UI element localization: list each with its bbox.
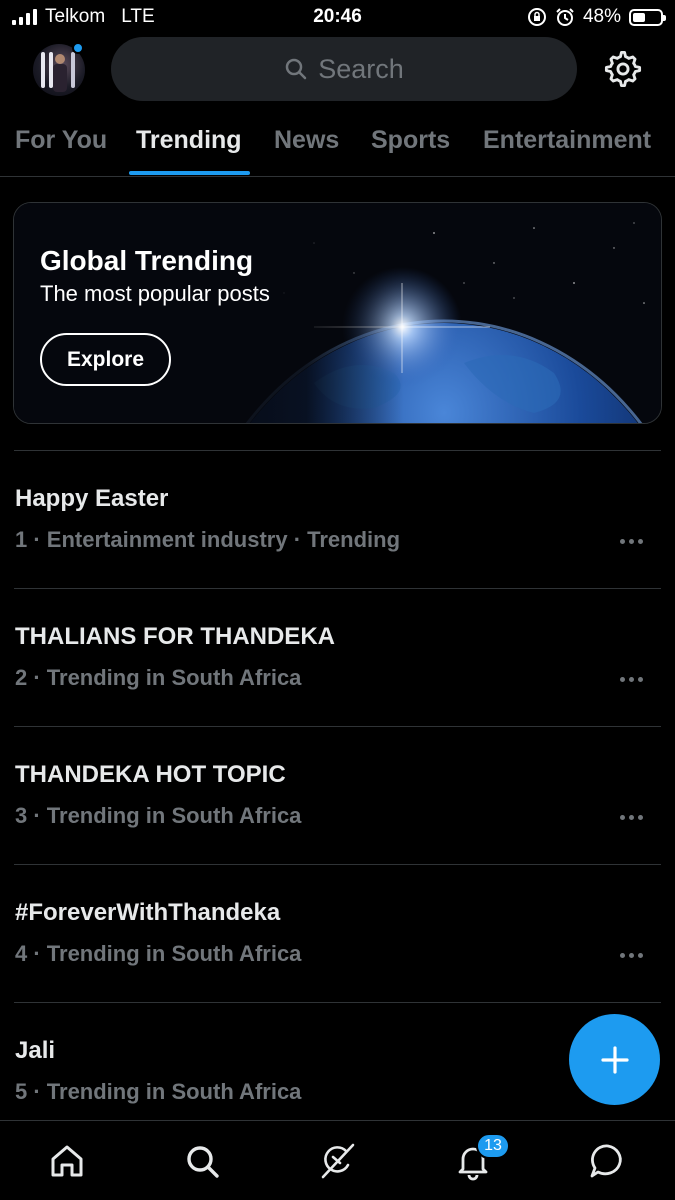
search-icon[interactable] (182, 1141, 222, 1181)
trend-meta: 5 · Trending in South Africa (15, 1079, 302, 1104)
tab-for-you[interactable]: For You (15, 126, 107, 155)
global-trending-banner[interactable]: Global Trending The most popular posts E… (13, 202, 662, 424)
trend-item[interactable]: Happy Easter 1 · Entertainment industry … (0, 451, 675, 589)
battery-icon (629, 8, 666, 26)
alarm-icon (556, 8, 574, 26)
search-icon (285, 58, 307, 80)
messages-icon[interactable] (588, 1141, 628, 1181)
search-bar[interactable]: Search (111, 37, 577, 101)
tab-entertainment[interactable]: Entertainment (483, 126, 651, 155)
more-options-icon[interactable] (620, 945, 650, 965)
banner-subtitle: The most popular posts (40, 281, 270, 306)
plus-icon (600, 1045, 629, 1074)
earth-image (14, 203, 661, 423)
battery-percent: 48% (582, 6, 621, 27)
tab-sports[interactable]: Sports (371, 126, 450, 155)
more-options-icon[interactable] (620, 669, 650, 689)
trend-meta: 1 · Entertainment industry · Trending (15, 527, 401, 552)
tab-trending[interactable]: Trending (136, 126, 242, 155)
trend-meta: 2 · Trending in South Africa (15, 665, 302, 690)
notifications-badge: 13 (476, 1133, 510, 1159)
more-options-icon[interactable] (620, 807, 650, 827)
banner-title: Global Trending (40, 245, 254, 276)
status-bar: Telkom LTE 20:46 48% (0, 0, 675, 36)
explore-button[interactable]: Explore (40, 333, 171, 386)
battery-fill (633, 12, 646, 22)
search-placeholder: Search (318, 53, 404, 84)
trend-title: THANDEKA HOT TOPIC (15, 761, 286, 788)
trend-item[interactable]: THANDEKA HOT TOPIC 3 · Trending in South… (0, 727, 675, 865)
compose-post-button[interactable] (569, 1014, 660, 1105)
trend-meta: 3 · Trending in South Africa (15, 803, 302, 828)
trend-item[interactable]: #ForeverWithThandeka 4 · Trending in Sou… (0, 865, 675, 1003)
tab-news[interactable]: News (274, 126, 339, 155)
home-icon[interactable] (47, 1141, 87, 1181)
active-tab-indicator (129, 171, 250, 175)
more-options-icon[interactable] (620, 531, 650, 551)
avatar-status-dot (72, 42, 84, 54)
trend-title: Jali (15, 1037, 56, 1064)
bottom-nav (0, 1120, 675, 1200)
grok-icon[interactable] (318, 1141, 358, 1181)
trend-title: THALIANS FOR THANDEKA (15, 623, 335, 650)
orientation-lock-icon (527, 8, 546, 26)
settings-gear-icon[interactable] (604, 50, 642, 88)
trend-item[interactable]: THALIANS FOR THANDEKA 2 · Trending in So… (0, 589, 675, 727)
trend-meta: 4 · Trending in South Africa (15, 941, 302, 966)
trend-title: Happy Easter (15, 485, 169, 512)
tab-bar: For You Trending News Sports Entertainme… (0, 112, 675, 177)
trend-title: #ForeverWithThandeka (15, 899, 281, 926)
status-right: 48% (527, 6, 666, 28)
